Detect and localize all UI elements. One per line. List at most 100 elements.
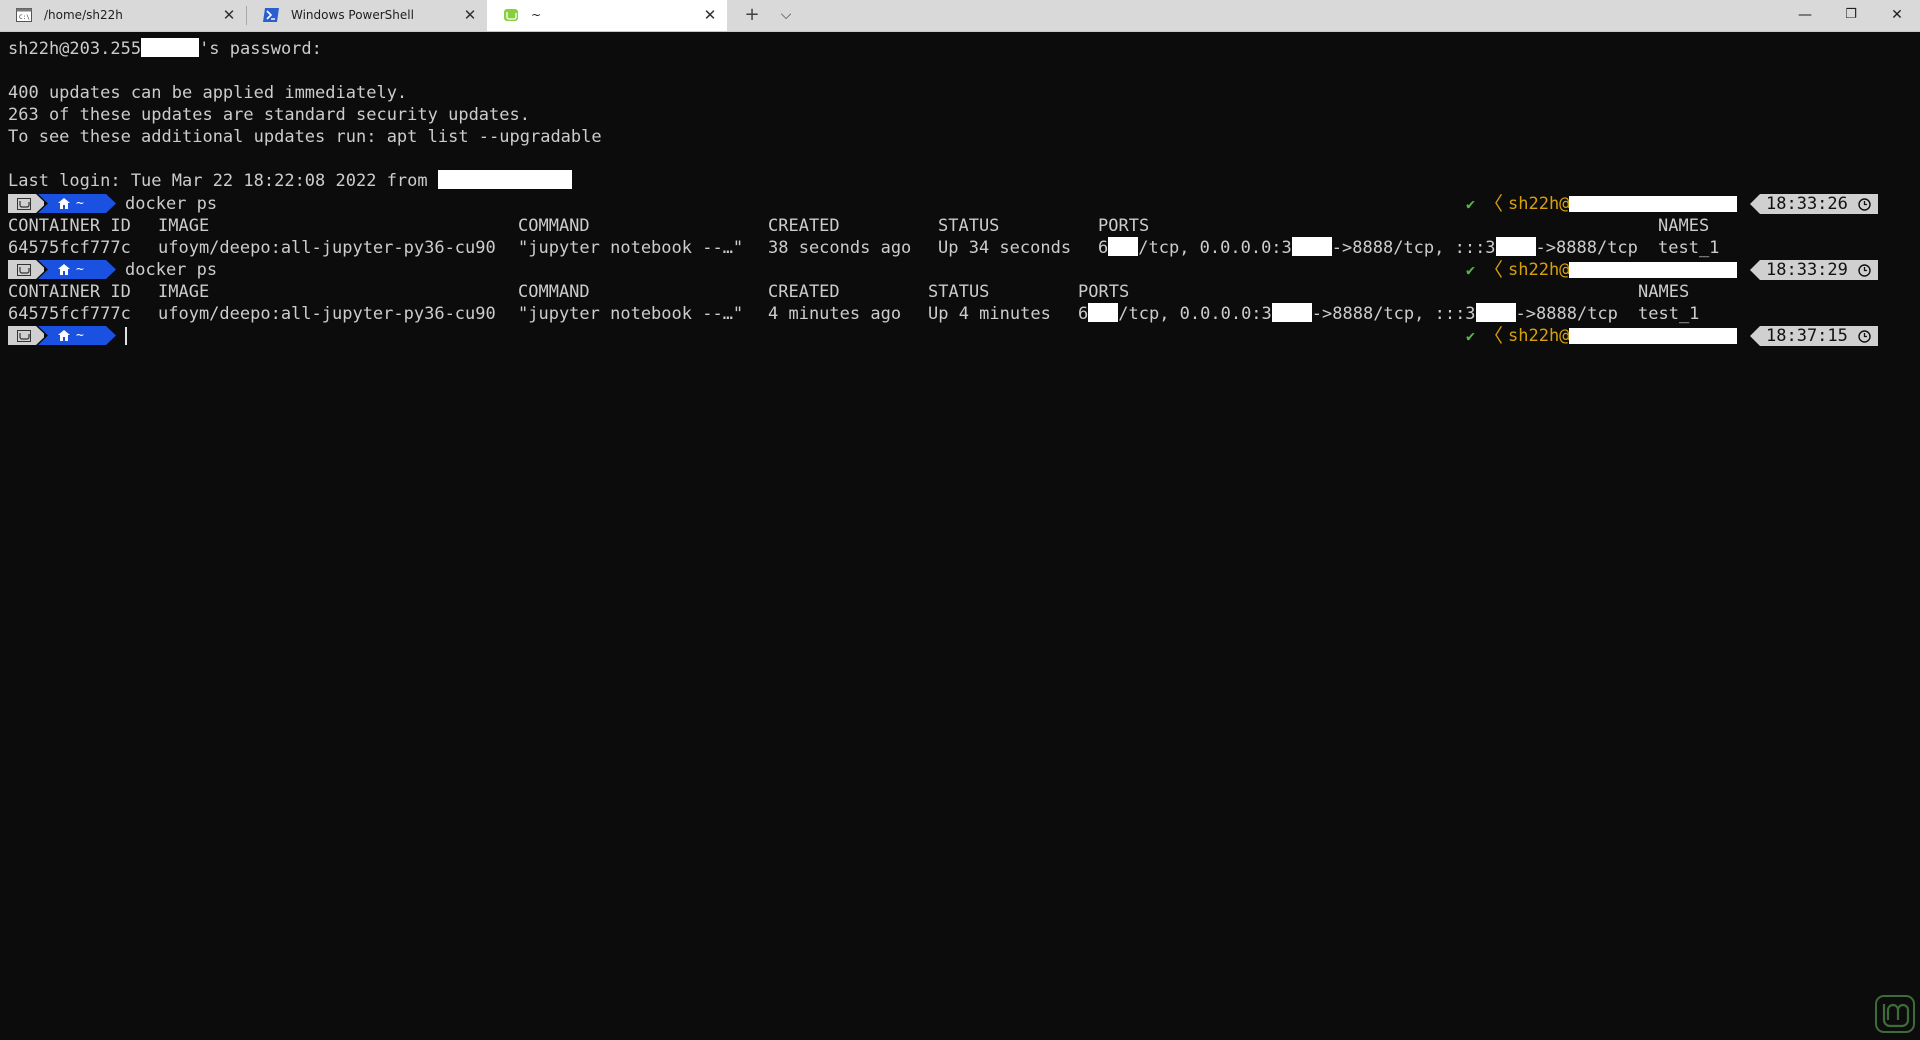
container-id: 64575fcf777c [8, 238, 131, 258]
apt-hint-line: To see these additional updates run: apt… [8, 127, 602, 147]
tab-title: Windows PowerShell [291, 8, 414, 22]
linux-mint-logo-icon [1875, 995, 1915, 1033]
home-icon [58, 326, 70, 345]
container-id: 64575fcf777c [8, 304, 131, 324]
redacted-block [1569, 262, 1737, 278]
angle-icon: 〈 [1484, 193, 1504, 215]
prompt-user: sh22h@ [1508, 260, 1570, 280]
tab-home-linux[interactable]: ~ ✕ [487, 0, 727, 31]
redacted-block [1291, 237, 1332, 256]
terminal-os-icon [17, 330, 31, 342]
prompt-user: sh22h@ [1508, 194, 1570, 214]
last-login-text: Last login: Tue Mar 22 18:22:08 2022 fro… [8, 171, 438, 191]
redacted-block [437, 170, 572, 189]
security-updates-line: 263 of these updates are standard securi… [8, 105, 530, 125]
ports-value: 6/tcp, 0.0.0.0:3 ->8888/tcp, :::3 ->8888/t… [1098, 237, 1638, 258]
updates-line: 400 updates can be applied immediately. [8, 83, 408, 103]
home-icon [58, 260, 70, 279]
prompt-dir: ~ [76, 328, 84, 343]
close-window-button[interactable]: ✕ [1874, 0, 1920, 30]
close-icon[interactable]: ✕ [220, 6, 238, 24]
restore-button[interactable]: ❐ [1828, 0, 1874, 30]
password-prompt-line: sh22h@203.255 's password: [8, 38, 322, 60]
right-prompt: ✔ 〈 sh22h@ 18:33:29 [1466, 259, 1878, 281]
prompt-time: 18:37:15 [1766, 326, 1848, 346]
header-names: NAMES [1658, 216, 1710, 236]
redacted-block [1271, 303, 1312, 322]
header-command: COMMAND [518, 282, 590, 302]
clock-icon [1858, 330, 1871, 343]
created-value: 4 minutes ago [768, 304, 902, 324]
header-names: NAMES [1638, 282, 1690, 302]
password-prompt-suffix: 's password: [199, 39, 322, 59]
terminal-os-icon [17, 264, 31, 276]
header-status: STATUS [938, 216, 1000, 236]
right-prompt: ✔ 〈 sh22h@ 18:33:26 [1466, 193, 1878, 215]
prompt-user: sh22h@ [1508, 326, 1570, 346]
redacted-block [1475, 303, 1516, 322]
created-value: 38 seconds ago [768, 238, 912, 258]
new-tab-button[interactable]: + [739, 4, 765, 26]
success-check-icon: ✔ [1466, 195, 1476, 213]
redacted-block [1495, 237, 1536, 256]
command-text: docker ps [125, 260, 218, 280]
close-icon[interactable]: ✕ [461, 6, 479, 24]
tab-bar: C:\ /home/sh22h ✕ Windows PowerShell ✕ ~… [0, 0, 1920, 32]
right-prompt: ✔ 〈 sh22h@ 18:37:15 [1466, 325, 1878, 347]
tab-title: ~ [531, 8, 542, 22]
last-login-line: Last login: Tue Mar 22 18:22:08 2022 fro… [8, 170, 572, 192]
angle-icon: 〈 [1484, 259, 1504, 281]
tab-title: /home/sh22h [44, 8, 123, 22]
header-created: CREATED [768, 216, 840, 236]
redacted-block [1569, 328, 1737, 344]
cmd-icon: C:\ [16, 8, 32, 22]
container-name: test_1 [1658, 238, 1720, 258]
command-text: docker ps [125, 194, 218, 214]
minimize-button[interactable]: — [1782, 0, 1828, 30]
status-value: Up 34 seconds [938, 238, 1072, 258]
header-image: IMAGE [158, 282, 210, 302]
prompt-time-segment: 18:37:15 [1750, 326, 1878, 346]
prompt-time: 18:33:26 [1766, 194, 1848, 214]
prompt-os-segment [8, 326, 44, 345]
header-created: CREATED [768, 282, 840, 302]
prompt-dir-segment: ~ [38, 194, 116, 213]
redacted-block [1108, 237, 1139, 256]
status-value: Up 4 minutes [928, 304, 1051, 324]
powershell-icon [263, 8, 279, 22]
close-icon[interactable]: ✕ [701, 6, 719, 24]
prompt-os-segment [8, 194, 44, 213]
prompt-dir-segment: ~ [38, 260, 116, 279]
header-status: STATUS [928, 282, 990, 302]
header-container-id: CONTAINER ID [8, 216, 131, 236]
text-cursor[interactable] [125, 327, 127, 345]
tab-powershell[interactable]: Windows PowerShell ✕ [247, 0, 487, 31]
prompt-dir-segment: ~ [38, 326, 116, 345]
redacted-block [141, 38, 200, 57]
container-name: test_1 [1638, 304, 1700, 324]
header-image: IMAGE [158, 216, 210, 236]
image-name: ufoym/deepo:all-jupyter-py36-cu90 [158, 238, 496, 258]
prompt-os-segment [8, 260, 44, 279]
svg-text:C:\: C:\ [19, 14, 30, 21]
password-prompt-host: sh22h@203.255 [8, 39, 142, 59]
header-container-id: CONTAINER ID [8, 282, 131, 302]
prompt-dir: ~ [76, 196, 84, 211]
redacted-block [1088, 303, 1119, 322]
redacted-block [1569, 196, 1737, 212]
prompt-time-segment: 18:33:29 [1750, 260, 1878, 280]
header-command: COMMAND [518, 216, 590, 236]
command-value: "jupyter notebook --…" [518, 238, 744, 258]
dropdown-chevron-icon[interactable]: ⌵ [773, 4, 799, 26]
linux-mint-icon [503, 8, 519, 22]
header-ports: PORTS [1098, 216, 1150, 236]
image-name: ufoym/deepo:all-jupyter-py36-cu90 [158, 304, 496, 324]
terminal-os-icon [17, 198, 31, 210]
header-ports: PORTS [1078, 282, 1130, 302]
clock-icon [1858, 198, 1871, 211]
prompt-dir: ~ [76, 262, 84, 277]
ports-value: 6/tcp, 0.0.0.0:3 ->8888/tcp, :::3 ->8888/t… [1078, 303, 1618, 324]
terminal-pane[interactable]: sh22h@203.255 's password: 400 updates ca… [0, 31, 1920, 1040]
angle-icon: 〈 [1484, 325, 1504, 347]
tab-home-sh22h[interactable]: C:\ /home/sh22h ✕ [0, 0, 246, 31]
